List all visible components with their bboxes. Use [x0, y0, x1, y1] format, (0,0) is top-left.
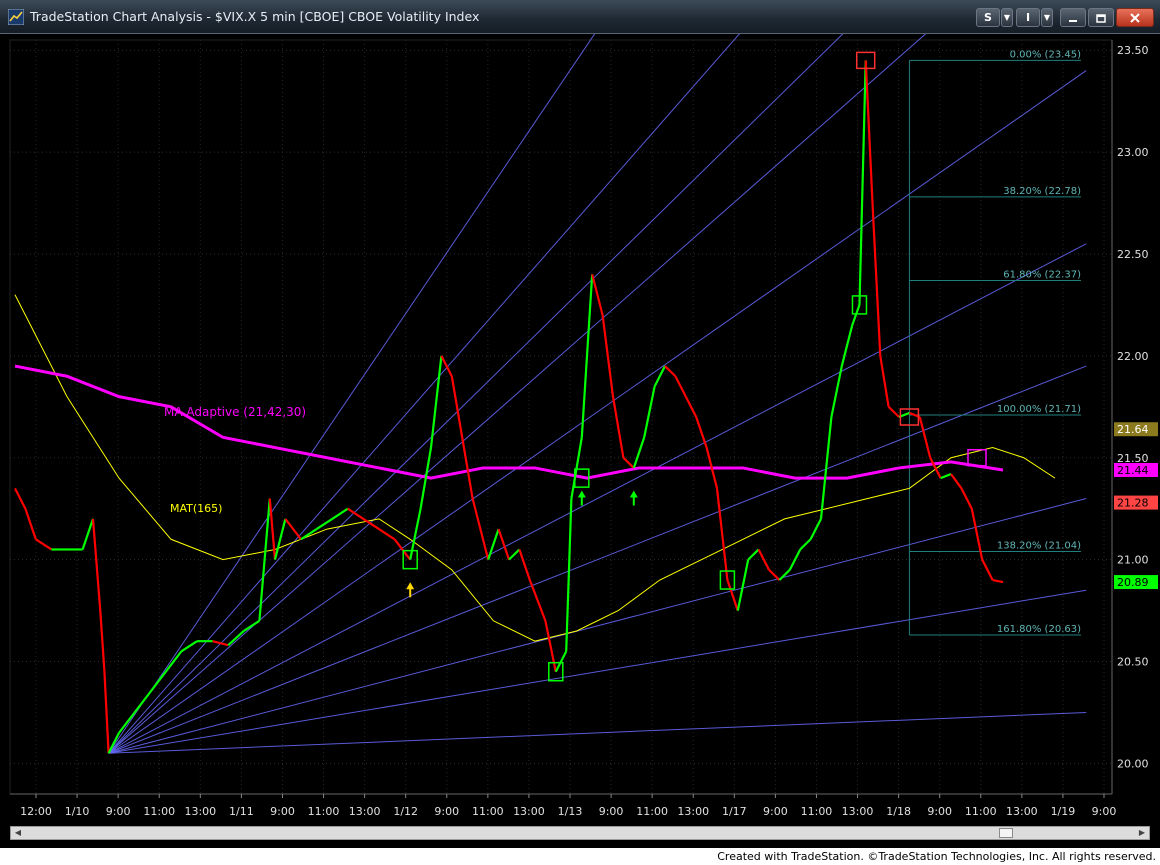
x-tick-label: 1/11 [229, 805, 254, 818]
price-chart[interactable]: 0.00% (23.45) 38.20% (22.78) 61.80% (22.37… [0, 34, 1160, 826]
credit-text: Created with TradeStation. ©TradeStation… [717, 850, 1156, 863]
x-tick-label: 9:00 [763, 805, 788, 818]
x-tick-label: 1/18 [886, 805, 911, 818]
x-tick-label: 9:00 [434, 805, 459, 818]
price-label-text: 21.28 [1117, 497, 1149, 510]
y-tick-label: 22.00 [1117, 350, 1149, 363]
y-tick-label: 20.00 [1117, 757, 1149, 770]
i-dropdown-button[interactable]: ▼ [1041, 8, 1053, 27]
dropdown-arrow-icon: ▼ [1043, 13, 1051, 22]
x-tick-label: 9:00 [270, 805, 295, 818]
y-tick-label: 20.50 [1117, 656, 1149, 669]
x-tick-label: 12:00 [20, 805, 52, 818]
restore-icon [1096, 14, 1106, 23]
price-label-text: 20.89 [1117, 576, 1149, 589]
x-tick-label: 11:00 [636, 805, 668, 818]
minimize-icon [1069, 20, 1077, 22]
y-tick-label: 23.50 [1117, 44, 1149, 57]
minimize-button[interactable] [1060, 8, 1086, 27]
price-label-text: 21.64 [1117, 423, 1149, 436]
y-tick-label: 21.00 [1117, 554, 1149, 567]
x-tick-label: 11:00 [801, 805, 833, 818]
x-tick-label: 9:00 [927, 805, 952, 818]
y-tick-label: 21.50 [1117, 452, 1149, 465]
x-tick-label: 1/19 [1051, 805, 1076, 818]
x-tick-label: 13:00 [184, 805, 216, 818]
x-tick-label: 11:00 [472, 805, 504, 818]
fib-level-label: 38.20% (22.78) [1003, 186, 1081, 197]
y-tick-label: 23.00 [1117, 146, 1149, 159]
restore-button[interactable] [1088, 8, 1114, 27]
ma-adaptive-label: MA Adaptive (21,42,30) [164, 405, 306, 419]
x-tick-label: 13:00 [513, 805, 545, 818]
x-tick-label: 9:00 [106, 805, 131, 818]
x-tick-label: 1/10 [65, 805, 90, 818]
x-tick-label: 1/13 [558, 805, 583, 818]
y-tick-label: 22.50 [1117, 248, 1149, 261]
x-tick-label: 13:00 [677, 805, 709, 818]
app-icon [8, 9, 24, 25]
window-title: TradeStation Chart Analysis - $VIX.X 5 m… [30, 9, 480, 24]
s-button[interactable]: S [976, 8, 1000, 27]
fib-level-label: 138.20% (21.04) [997, 540, 1081, 551]
price-label-text: 21.44 [1117, 464, 1149, 477]
close-icon [1130, 13, 1140, 23]
x-tick-label: 13:00 [842, 805, 874, 818]
close-button[interactable] [1116, 8, 1154, 27]
x-tick-label: 9:00 [599, 805, 624, 818]
i-button[interactable]: I [1016, 8, 1040, 27]
scroll-thumb[interactable] [999, 828, 1013, 838]
dropdown-arrow-icon: ▼ [1003, 13, 1011, 22]
horizontal-scrollbar[interactable]: ◀ ▶ [10, 826, 1150, 840]
x-tick-label: 9:00 [1092, 805, 1117, 818]
fib-level-label: 100.00% (21.71) [997, 404, 1081, 415]
x-tick-label: 1/17 [722, 805, 747, 818]
scroll-left-icon[interactable]: ◀ [11, 827, 25, 839]
x-tick-label: 13:00 [1006, 805, 1038, 818]
x-tick-label: 11:00 [308, 805, 340, 818]
x-tick-label: 11:00 [965, 805, 997, 818]
x-tick-label: 11:00 [143, 805, 175, 818]
footer: Created with TradeStation. ©TradeStation… [0, 848, 1160, 865]
fib-level-label: 0.00% (23.45) [1010, 49, 1081, 60]
fib-level-label: 61.80% (22.37) [1003, 269, 1081, 280]
scroll-right-icon[interactable]: ▶ [1135, 827, 1149, 839]
s-dropdown-button[interactable]: ▼ [1001, 8, 1013, 27]
fib-level-label: 161.80% (20.63) [997, 624, 1081, 635]
x-tick-label: 1/12 [393, 805, 418, 818]
title-bar[interactable]: TradeStation Chart Analysis - $VIX.X 5 m… [0, 0, 1160, 34]
x-tick-label: 13:00 [349, 805, 381, 818]
mat-label: MAT(165) [170, 502, 222, 515]
